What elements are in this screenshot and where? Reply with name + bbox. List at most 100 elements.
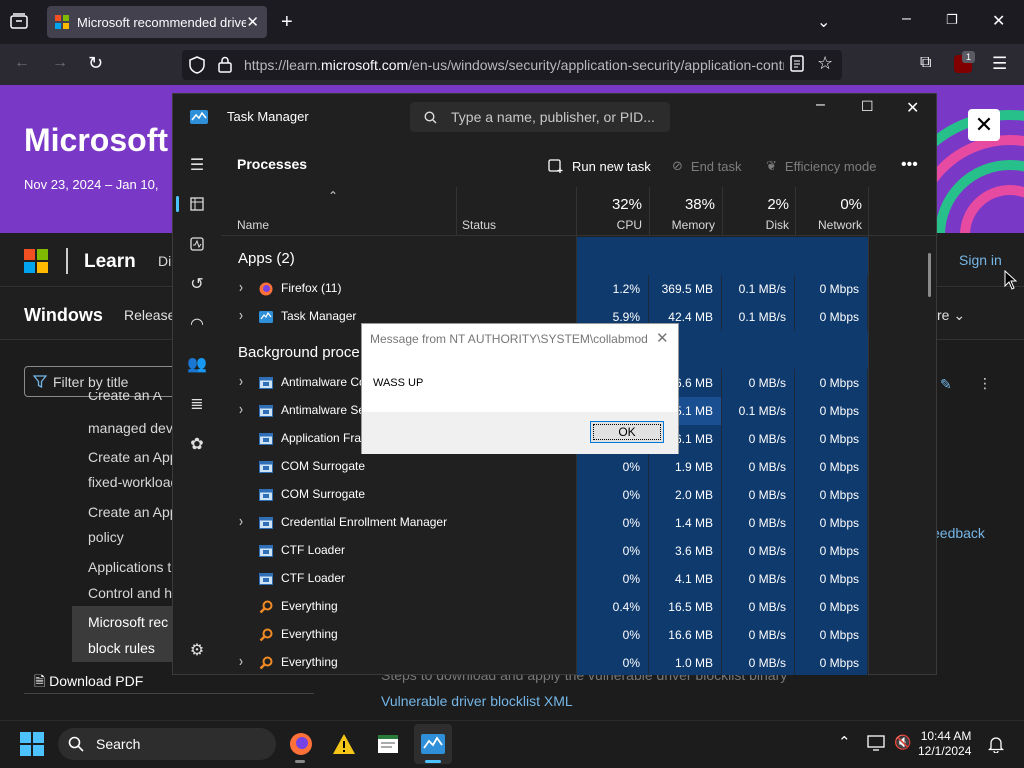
toc-item[interactable]: Create an App [88, 444, 178, 470]
column-name[interactable]: Name [237, 218, 269, 232]
process-list: Apps (2) Background proce › Firefox (11) 1… [222, 237, 938, 675]
process-row[interactable]: CTF Loader 0% 3.6 MB 0 MB/s 0 Mbps [222, 537, 938, 565]
more-options-icon[interactable]: ⋮ [978, 375, 992, 392]
more-options-icon[interactable]: ••• [901, 156, 918, 174]
forward-icon[interactable]: → [52, 54, 68, 72]
tm-minimize-icon[interactable]: – [816, 96, 825, 114]
hamburger-menu-icon[interactable]: ☰ [183, 151, 211, 179]
dialog-close-icon[interactable]: ✕ [656, 329, 669, 347]
users-page-icon[interactable]: 👥 [183, 350, 211, 378]
close-tab-icon[interactable]: ✕ [246, 13, 259, 31]
performance-page-icon[interactable] [183, 230, 211, 258]
dialog-title: Message from NT AUTHORITY\SYSTEM\collabm… [370, 332, 648, 346]
startup-apps-icon[interactable]: ◠ [183, 310, 211, 338]
back-icon[interactable]: ← [14, 54, 30, 72]
toc-item[interactable]: Control and h [88, 580, 172, 606]
column-cpu[interactable]: CPU [578, 218, 642, 232]
start-button-windows-icon[interactable] [20, 732, 44, 756]
task-manager-app-icon [190, 110, 208, 124]
process-search-input[interactable]: Type a name, publisher, or PID... [410, 102, 670, 132]
section-nav-release[interactable]: Release [124, 307, 175, 323]
close-window-icon[interactable]: ✕ [992, 11, 1005, 31]
minimize-window-icon[interactable]: – [902, 10, 911, 28]
new-tab-button[interactable]: + [281, 11, 293, 34]
download-pdf-link[interactable]: 🗎 Download PDF [34, 671, 143, 695]
toc-item[interactable]: fixed-workload [88, 469, 178, 495]
edit-pencil-icon[interactable]: ✎ [940, 376, 952, 393]
section-title[interactable]: Windows [24, 305, 103, 326]
process-row[interactable]: › Firefox (11) 1.2% 369.5 MB 0.1 MB/s 0 Mbps [222, 275, 938, 303]
show-hidden-icons-chevron[interactable]: ⌃ [838, 733, 851, 751]
process-row[interactable]: COM Surrogate 0% 1.9 MB 0 MB/s 0 Mbps [222, 453, 938, 481]
column-network[interactable]: Network [797, 218, 862, 232]
lock-icon[interactable] [218, 56, 232, 73]
expand-chevron-icon[interactable]: › [239, 400, 243, 418]
process-row[interactable]: CTF Loader 0% 4.1 MB 0 MB/s 0 Mbps [222, 565, 938, 593]
toc-item-active[interactable]: block rules [88, 635, 155, 661]
toc-item[interactable]: Create an App [88, 499, 178, 525]
reload-icon[interactable]: ↻ [88, 53, 103, 74]
process-net-cell: 0 Mbps [795, 425, 868, 453]
browser-tab-active[interactable]: Microsoft recommended driver ✕ [47, 6, 267, 38]
toc-item[interactable]: managed dev [88, 415, 173, 441]
services-page-icon[interactable]: ✿ [183, 430, 211, 458]
feedback-link[interactable]: eedback [932, 525, 985, 541]
expand-chevron-icon[interactable]: › [239, 278, 243, 296]
process-row[interactable]: Everything 0% 16.6 MB 0 MB/s 0 Mbps [222, 621, 938, 649]
process-row[interactable]: › Everything 0% 1.0 MB 0 MB/s 0 Mbps [222, 649, 938, 675]
process-row[interactable]: COM Surrogate 0% 2.0 MB 0 MB/s 0 Mbps [222, 481, 938, 509]
notification-bell-icon[interactable] [988, 735, 1004, 753]
column-status[interactable]: Status [462, 218, 496, 232]
settings-gear-icon[interactable]: ⚙ [183, 636, 211, 664]
toc-item[interactable]: Applications t [88, 554, 171, 580]
url-text[interactable]: https://learn.microsoft.com/en-us/window… [244, 57, 784, 73]
column-divider [456, 187, 457, 236]
run-new-task-button[interactable]: Run new task [548, 158, 651, 174]
app-history-icon[interactable]: ↺ [183, 270, 211, 298]
app-menu-icon[interactable]: ☰ [992, 54, 1007, 74]
tracking-protection-shield-icon[interactable] [189, 56, 205, 74]
expand-chevron-icon[interactable]: › [239, 306, 243, 324]
header-nav-item[interactable]: Di [158, 253, 171, 269]
microsoft-logo-icon[interactable] [24, 249, 48, 273]
dialog-ok-button[interactable]: OK [590, 421, 664, 443]
efficiency-mode-button[interactable]: ❦ Efficiency mode [766, 158, 876, 174]
column-memory[interactable]: Memory [651, 218, 715, 232]
task-manager-taskbar-icon[interactable] [418, 729, 448, 759]
expand-chevron-icon[interactable]: › [239, 652, 243, 670]
list-all-tabs-icon[interactable]: ⌄ [817, 12, 830, 32]
details-page-icon[interactable]: ≣ [183, 390, 211, 418]
overlay-close-button[interactable]: ✕ [968, 109, 1000, 141]
notepad-taskbar-icon[interactable] [373, 729, 403, 759]
sign-in-link[interactable]: Sign in [959, 252, 1002, 268]
bookmark-star-icon[interactable]: ☆ [817, 53, 833, 74]
tm-maximize-icon[interactable]: ☐ [861, 98, 874, 115]
expand-chevron-icon[interactable]: › [239, 372, 243, 390]
toc-item[interactable]: policy [88, 524, 124, 550]
volume-muted-icon[interactable]: 🔇 [894, 734, 911, 751]
warning-app-taskbar-icon[interactable] [329, 729, 359, 759]
section-more-menu[interactable]: re ⌄ [937, 307, 965, 324]
tab-list-icon[interactable] [10, 13, 28, 29]
process-row[interactable]: Everything 0.4% 16.5 MB 0 MB/s 0 Mbps [222, 593, 938, 621]
blocklist-xml-link[interactable]: Vulnerable driver blocklist XML [381, 693, 573, 709]
clock[interactable]: 10:44 AM 12/1/2024 [918, 729, 971, 759]
process-disk-cell: 0 MB/s [722, 621, 795, 649]
filter-icon [33, 375, 47, 388]
expand-chevron-icon[interactable]: › [239, 512, 243, 530]
process-row[interactable]: › Credential Enrollment Manager 0% 1.4 MB 0 … [222, 509, 938, 537]
process-cpu-cell: 0% [577, 453, 649, 481]
processes-page-icon[interactable] [183, 190, 211, 218]
end-task-button[interactable]: ⊘ End task [672, 158, 742, 174]
tm-close-icon[interactable]: ✕ [906, 98, 919, 118]
network-icon[interactable] [867, 735, 887, 751]
toc-item-active[interactable]: Microsoft rec [88, 609, 168, 635]
reader-view-icon[interactable] [790, 55, 804, 72]
firefox-taskbar-icon[interactable] [286, 729, 316, 759]
extensions-puzzle-icon[interactable]: ⧉ [920, 54, 931, 72]
taskbar-search-box[interactable]: Search [58, 728, 276, 760]
restore-window-icon[interactable]: ❐ [946, 12, 958, 28]
column-disk[interactable]: Disk [724, 218, 789, 232]
learn-brand[interactable]: Learn [84, 251, 136, 273]
extension-badge: 1 [962, 51, 975, 63]
